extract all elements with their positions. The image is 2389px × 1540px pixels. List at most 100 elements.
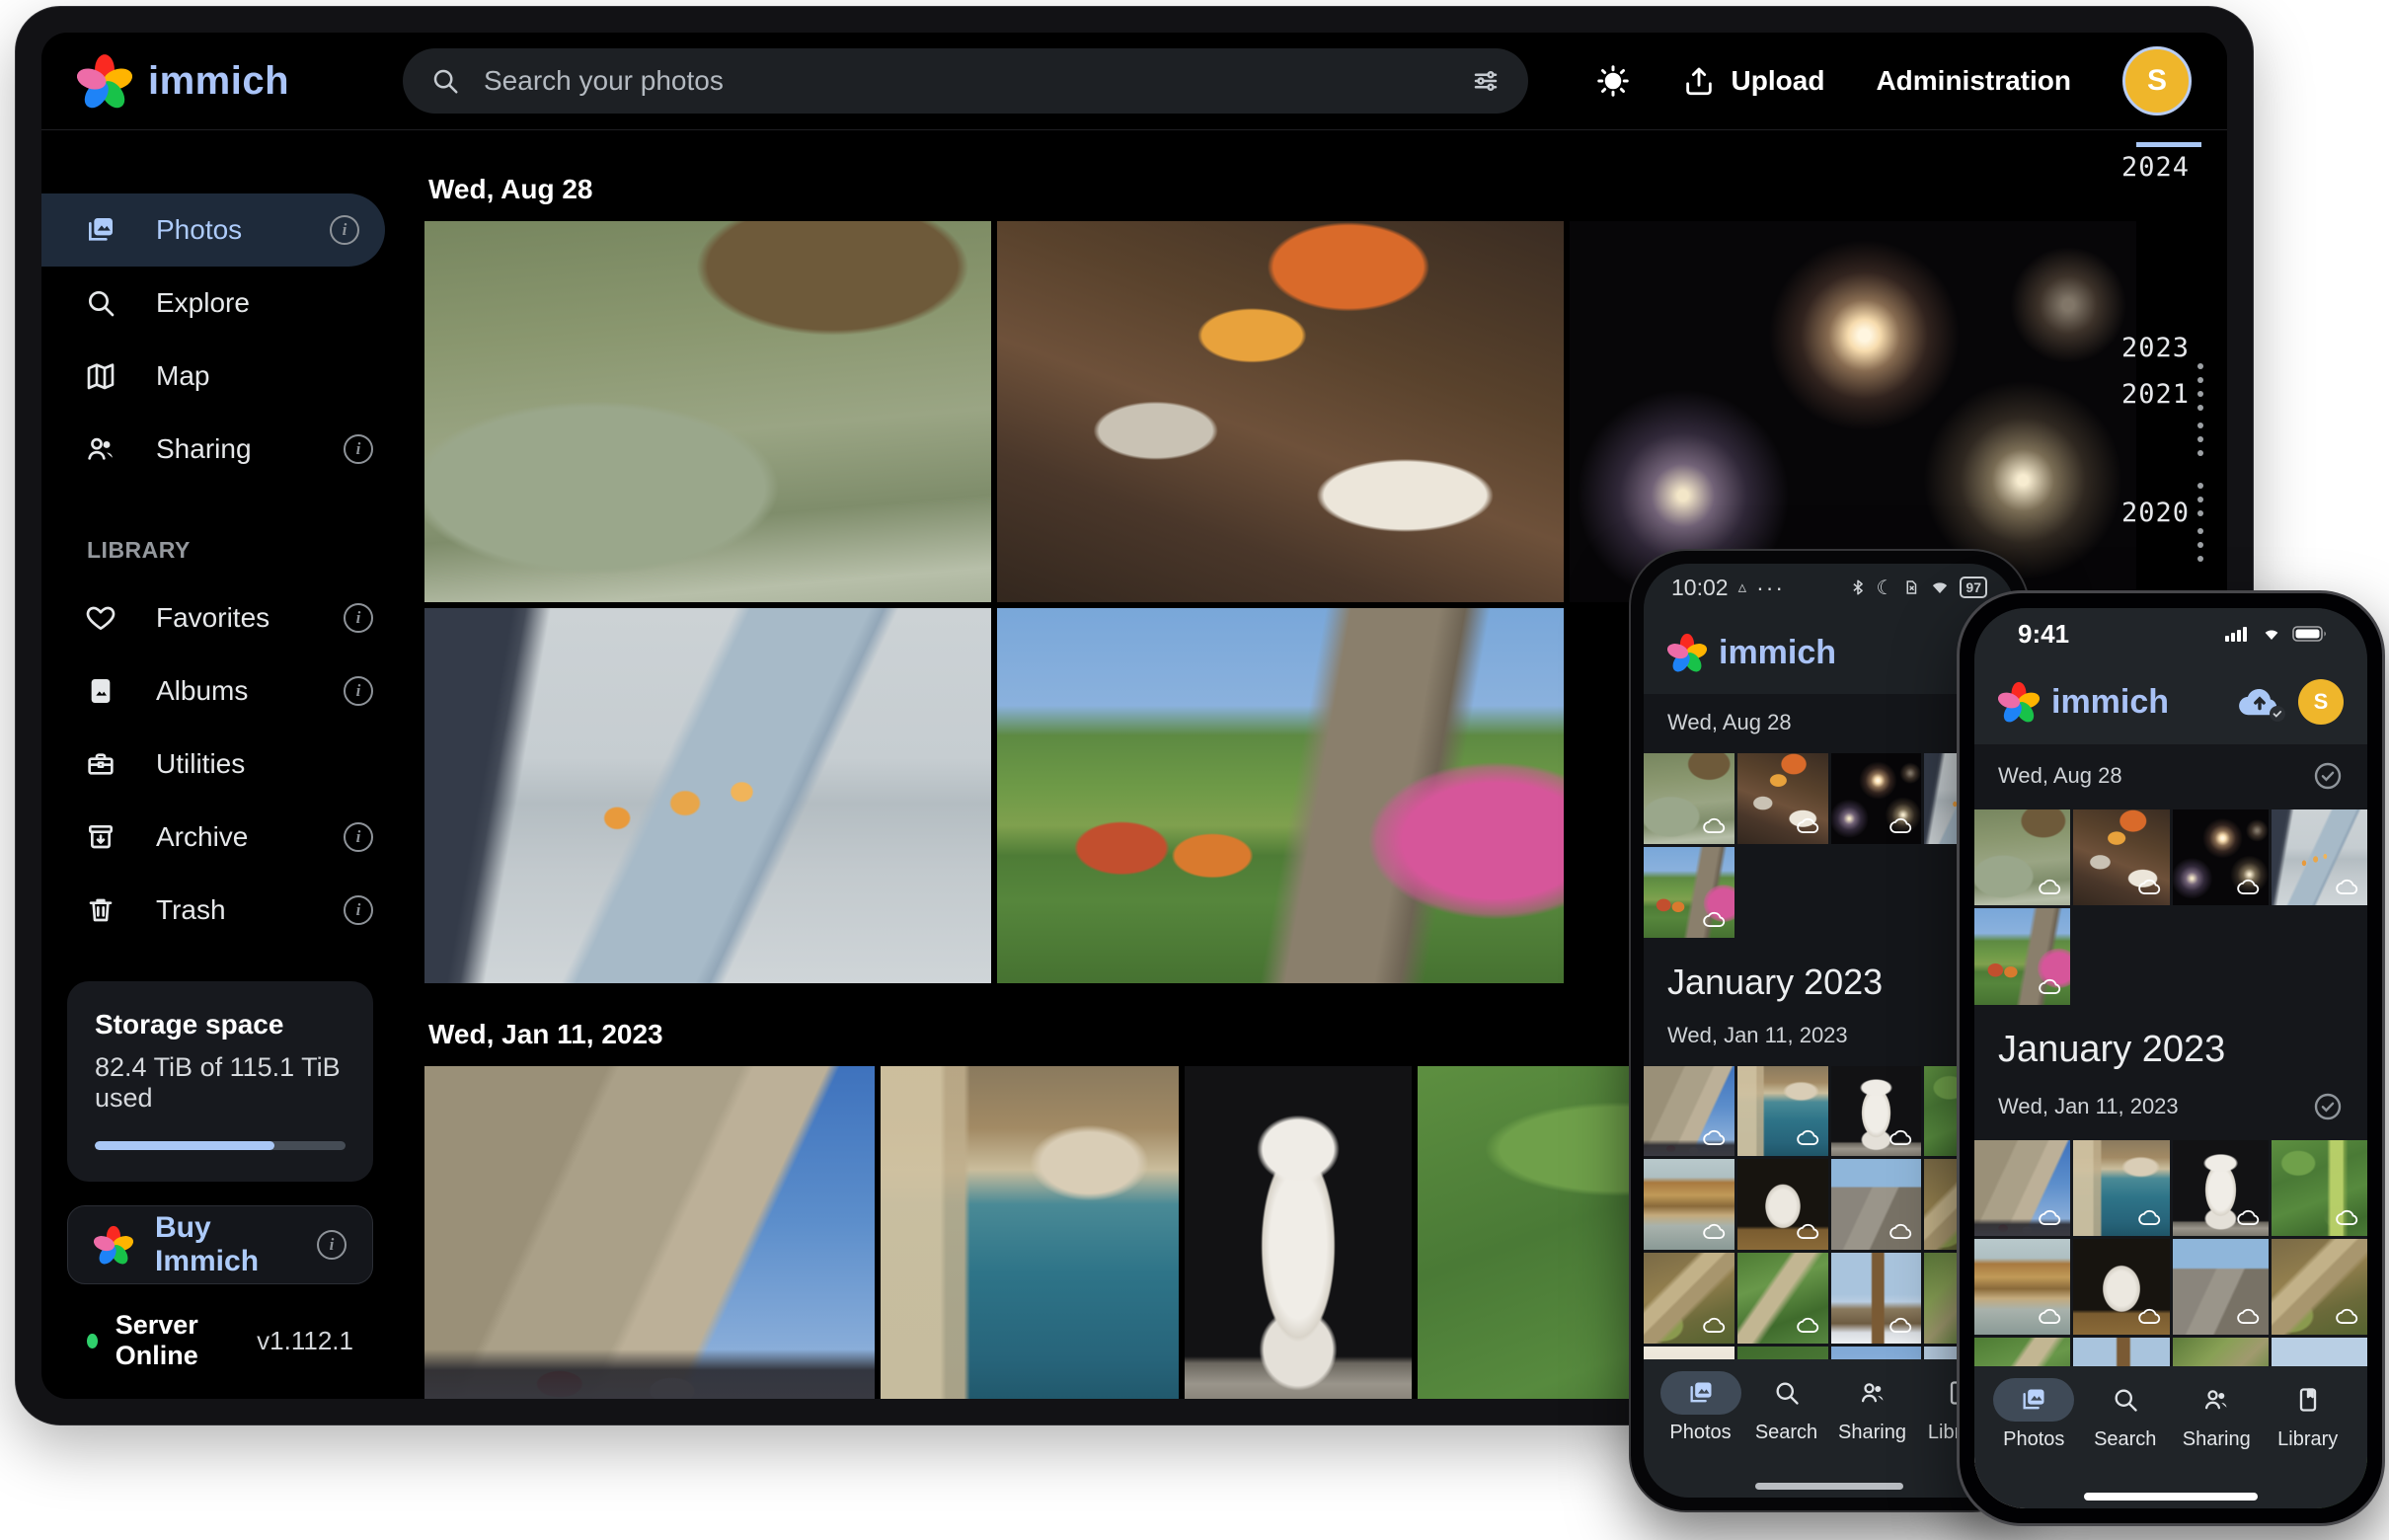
date-label: Wed, Jan 11, 2023 [1667, 1023, 1848, 1048]
app-logo[interactable]: immich [77, 53, 403, 109]
photo-thumbnail[interactable] [1831, 1253, 1922, 1344]
upload-button[interactable]: Upload [1682, 64, 1825, 98]
photo-thumbnail[interactable] [2272, 1239, 2367, 1335]
sidebar-item-photos[interactable]: Photos i [41, 193, 385, 267]
photo-thumbnail[interactable] [2272, 1140, 2367, 1236]
explore-search-icon [85, 287, 116, 319]
photo-thumbnail[interactable] [1737, 1066, 1828, 1157]
photo-grid [1974, 809, 2367, 1005]
more-notifications-icon: ··· [1756, 575, 1785, 601]
search-bar[interactable] [403, 48, 1528, 114]
storage-bar-fill [95, 1141, 274, 1150]
search-icon [1773, 1379, 1801, 1407]
server-status-label: Server Online [116, 1310, 239, 1371]
cloud-backup-icon [2137, 874, 2163, 899]
photo-fortress-wall[interactable] [424, 1066, 875, 1399]
cloud-backup-icon [2335, 1303, 2360, 1329]
photo-thumbnail[interactable] [2073, 1140, 2169, 1236]
photo-thumbnail[interactable] [1644, 753, 1734, 844]
photo-thumbnail[interactable] [1737, 753, 1828, 844]
photo-thumbnail[interactable] [1831, 1066, 1922, 1157]
sidebar-item-explore[interactable]: Explore [41, 267, 399, 340]
timeline-position-indicator[interactable] [2136, 142, 2201, 147]
library-section-label: LIBRARY [87, 537, 399, 564]
nav-search[interactable]: Search [2080, 1378, 2172, 1451]
photo-zoo-monkeys[interactable] [424, 221, 991, 602]
photo-thumbnail[interactable] [1644, 1066, 1734, 1157]
photo-thumbnail[interactable] [1737, 1253, 1828, 1344]
cloud-backup-icon [2236, 874, 2262, 899]
sidebar-item-trash[interactable]: Trash i [41, 874, 399, 947]
photo-dinner-table[interactable] [997, 221, 1564, 602]
sidebar-item-favorites[interactable]: Favorites i [41, 581, 399, 654]
photo-thumbnail[interactable] [1974, 809, 2070, 905]
photo-autumn-park[interactable] [997, 608, 1564, 983]
dnd-moon-icon: ☾ [1876, 576, 1893, 600]
photo-thumbnail[interactable] [1644, 847, 1734, 938]
sidebar-item-utilities[interactable]: Utilities [41, 728, 399, 801]
nav-search[interactable]: Search [1743, 1371, 1829, 1444]
photo-thumbnail[interactable] [2272, 809, 2367, 905]
info-icon[interactable]: i [330, 215, 359, 245]
sidebar-item-sharing[interactable]: Sharing i [41, 413, 399, 486]
storage-card: Storage space 82.4 TiB of 115.1 TiB used [67, 981, 373, 1182]
info-icon[interactable]: i [344, 895, 373, 925]
cloud-backup-icon [1702, 812, 1728, 838]
sun-icon [1595, 63, 1631, 99]
timeline-year[interactable]: 2020 [2121, 498, 2190, 528]
photo-thumbnail[interactable] [2073, 809, 2169, 905]
search-filters-icon[interactable] [1471, 66, 1501, 96]
nav-sharing[interactable]: Sharing [1829, 1371, 1915, 1444]
info-icon[interactable]: i [344, 676, 373, 706]
nav-sharing[interactable]: Sharing [2171, 1378, 2263, 1451]
photo-thumbnail[interactable] [2073, 1239, 2169, 1335]
info-icon[interactable]: i [317, 1230, 347, 1260]
wifi-icon [2260, 625, 2283, 643]
photo-holding-hands[interactable] [424, 608, 991, 983]
home-indicator[interactable] [2084, 1493, 2258, 1501]
nav-photos[interactable]: Photos [1988, 1378, 2080, 1451]
nav-label: Sharing [2183, 1428, 2251, 1451]
timeline-year[interactable]: 2021 [2121, 379, 2190, 410]
date-group-header: Wed, Aug 28 [428, 174, 2227, 205]
nav-library[interactable]: Library [2263, 1378, 2354, 1451]
sidebar-item-albums[interactable]: Albums i [41, 654, 399, 728]
info-icon[interactable]: i [344, 603, 373, 633]
photo-thumbnail[interactable] [2173, 1140, 2269, 1236]
photo-fireworks[interactable] [1570, 221, 2136, 602]
user-avatar[interactable]: S [2298, 679, 2344, 725]
photo-thumbnail[interactable] [1974, 1239, 2070, 1335]
cloud-backup-icon [1702, 906, 1728, 932]
home-indicator[interactable] [1755, 1483, 1903, 1490]
photo-thumbnail[interactable] [1974, 908, 2070, 1004]
sidebar-item-archive[interactable]: Archive i [41, 801, 399, 874]
photo-marble-bust[interactable] [1185, 1066, 1412, 1399]
photo-coastal-town[interactable] [881, 1066, 1179, 1399]
buy-immich-button[interactable]: Buy Immich i [67, 1205, 373, 1284]
photo-thumbnail[interactable] [2173, 809, 2269, 905]
timeline-year[interactable]: 2023 [2121, 333, 2190, 363]
photo-thumbnail[interactable] [1644, 1159, 1734, 1250]
user-avatar[interactable]: S [2122, 46, 2192, 116]
select-all-check-icon[interactable] [2312, 760, 2344, 792]
cloud-backup-icon [2038, 1204, 2063, 1230]
photos-icon [1687, 1379, 1715, 1407]
photo-thumbnail[interactable] [1831, 753, 1922, 844]
info-icon[interactable]: i [344, 822, 373, 852]
photo-thumbnail[interactable] [1737, 1159, 1828, 1250]
backup-cloud-icon[interactable] [2237, 685, 2282, 719]
bottom-navigation: Photos Search Sharing [1974, 1366, 2367, 1508]
sidebar-item-map[interactable]: Map [41, 340, 399, 413]
select-all-check-icon[interactable] [2312, 1091, 2344, 1122]
administration-link[interactable]: Administration [1876, 65, 2071, 97]
photo-thumbnail[interactable] [1974, 1140, 2070, 1236]
photo-thumbnail[interactable] [1644, 1253, 1734, 1344]
search-input[interactable] [482, 64, 1449, 98]
nav-label: Sharing [1838, 1422, 1906, 1444]
theme-toggle-button[interactable] [1595, 63, 1631, 99]
timeline-year[interactable]: 2024 [2121, 152, 2190, 183]
photo-thumbnail[interactable] [2173, 1239, 2269, 1335]
nav-photos[interactable]: Photos [1657, 1371, 1743, 1444]
photo-thumbnail[interactable] [1831, 1159, 1922, 1250]
info-icon[interactable]: i [344, 434, 373, 464]
